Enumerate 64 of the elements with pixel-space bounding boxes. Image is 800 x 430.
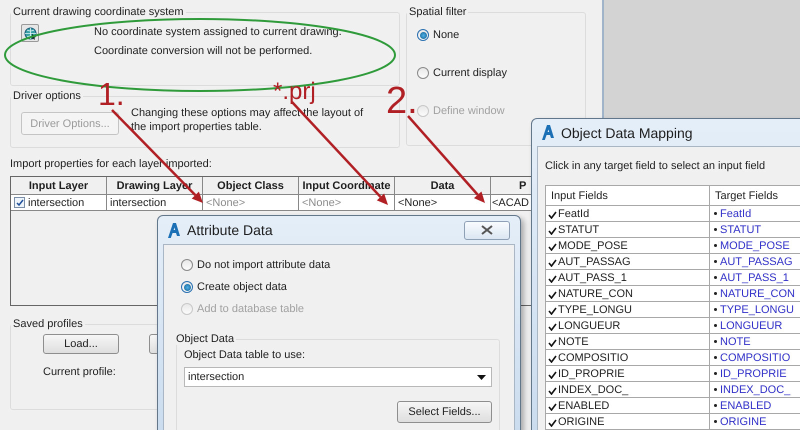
radio-button[interactable]: Do not import attribute data (181, 257, 502, 273)
radio-button[interactable]: Create object data (181, 279, 502, 295)
radio-button[interactable]: None (417, 26, 575, 44)
check-icon[interactable] (548, 354, 557, 362)
annotation-label: 2. (386, 82, 418, 120)
check-icon[interactable] (548, 290, 557, 298)
radio-icon[interactable] (417, 29, 429, 41)
caret-icon (477, 374, 486, 380)
check-icon[interactable] (548, 338, 557, 346)
column-header: Input Fields (546, 186, 710, 206)
check-icon[interactable] (548, 370, 557, 378)
status-message: Coordinate conversion will not be performed. (94, 45, 314, 57)
check-icon[interactable] (548, 322, 557, 330)
input-field-name: ENABLED (558, 400, 610, 412)
logo-icon (168, 222, 180, 238)
group-title: Current drawing coordinate system (12, 6, 185, 18)
input-field-name: AUT_PASSAG (558, 256, 631, 268)
table-cell: <None> (394, 194, 490, 210)
instruction-text: Click in any target field to select an input field (545, 160, 766, 172)
status-message: No coordinate system assigned to current drawing. (94, 26, 342, 38)
table-cell: <None> (202, 194, 298, 210)
input-field-name: FeatId (558, 208, 590, 220)
checkbox[interactable] (14, 197, 25, 208)
current-profile-label: Current profile: (43, 366, 116, 378)
group-title: Spatial filter (408, 6, 468, 18)
input-field-name: COMPOSITIO (558, 352, 628, 364)
input-field-name: LONGUEUR (558, 320, 620, 332)
check-icon[interactable] (548, 210, 557, 218)
check-icon[interactable] (548, 226, 557, 234)
input-field-name: INDEX_DOC_ (558, 384, 628, 396)
check-icon[interactable] (548, 258, 557, 266)
cell-text: intersection (28, 196, 84, 208)
window-title: Attribute Data (187, 222, 273, 238)
input-field-name: NOTE (558, 336, 589, 348)
field-label: Object Data table to use: (184, 349, 306, 361)
close-button[interactable] (464, 220, 510, 240)
radio-button[interactable]: Current display (417, 64, 575, 82)
check-icon[interactable] (548, 402, 557, 410)
check-icon[interactable] (548, 386, 557, 394)
radio-icon[interactable] (181, 259, 193, 271)
group-title: Saved profiles (12, 318, 84, 330)
radio-icon[interactable] (417, 67, 429, 79)
input-field-name: AUT_PASS_1 (558, 272, 627, 284)
select-fields-button[interactable]: Select Fields... (397, 401, 492, 423)
check-icon[interactable] (548, 274, 557, 282)
check-icon[interactable] (548, 242, 557, 250)
table-caption: Import properties for each layer imported: (10, 158, 212, 170)
close-icon (481, 225, 493, 235)
group-title: Object Data (175, 333, 236, 345)
radio-icon[interactable] (181, 281, 193, 293)
table-cell: intersection (106, 194, 202, 210)
check-icon[interactable] (548, 418, 557, 426)
window-title: Object Data Mapping (561, 124, 693, 140)
input-field-name: MODE_POSE (558, 240, 628, 252)
input-field-name: TYPE_LONGU (558, 304, 632, 316)
logo-icon (542, 125, 554, 140)
load-button[interactable]: Load... (43, 334, 119, 354)
input-field-name: ORIGINE (558, 416, 604, 428)
input-field-name: ID_PROPRIE (558, 368, 625, 380)
group-title: Driver options (12, 90, 82, 102)
input-field-name: NATURE_CON (558, 288, 633, 300)
table-dropdown[interactable]: intersection (184, 367, 492, 387)
input-field-name: STATUT (558, 224, 600, 236)
check-icon[interactable] (548, 306, 557, 314)
